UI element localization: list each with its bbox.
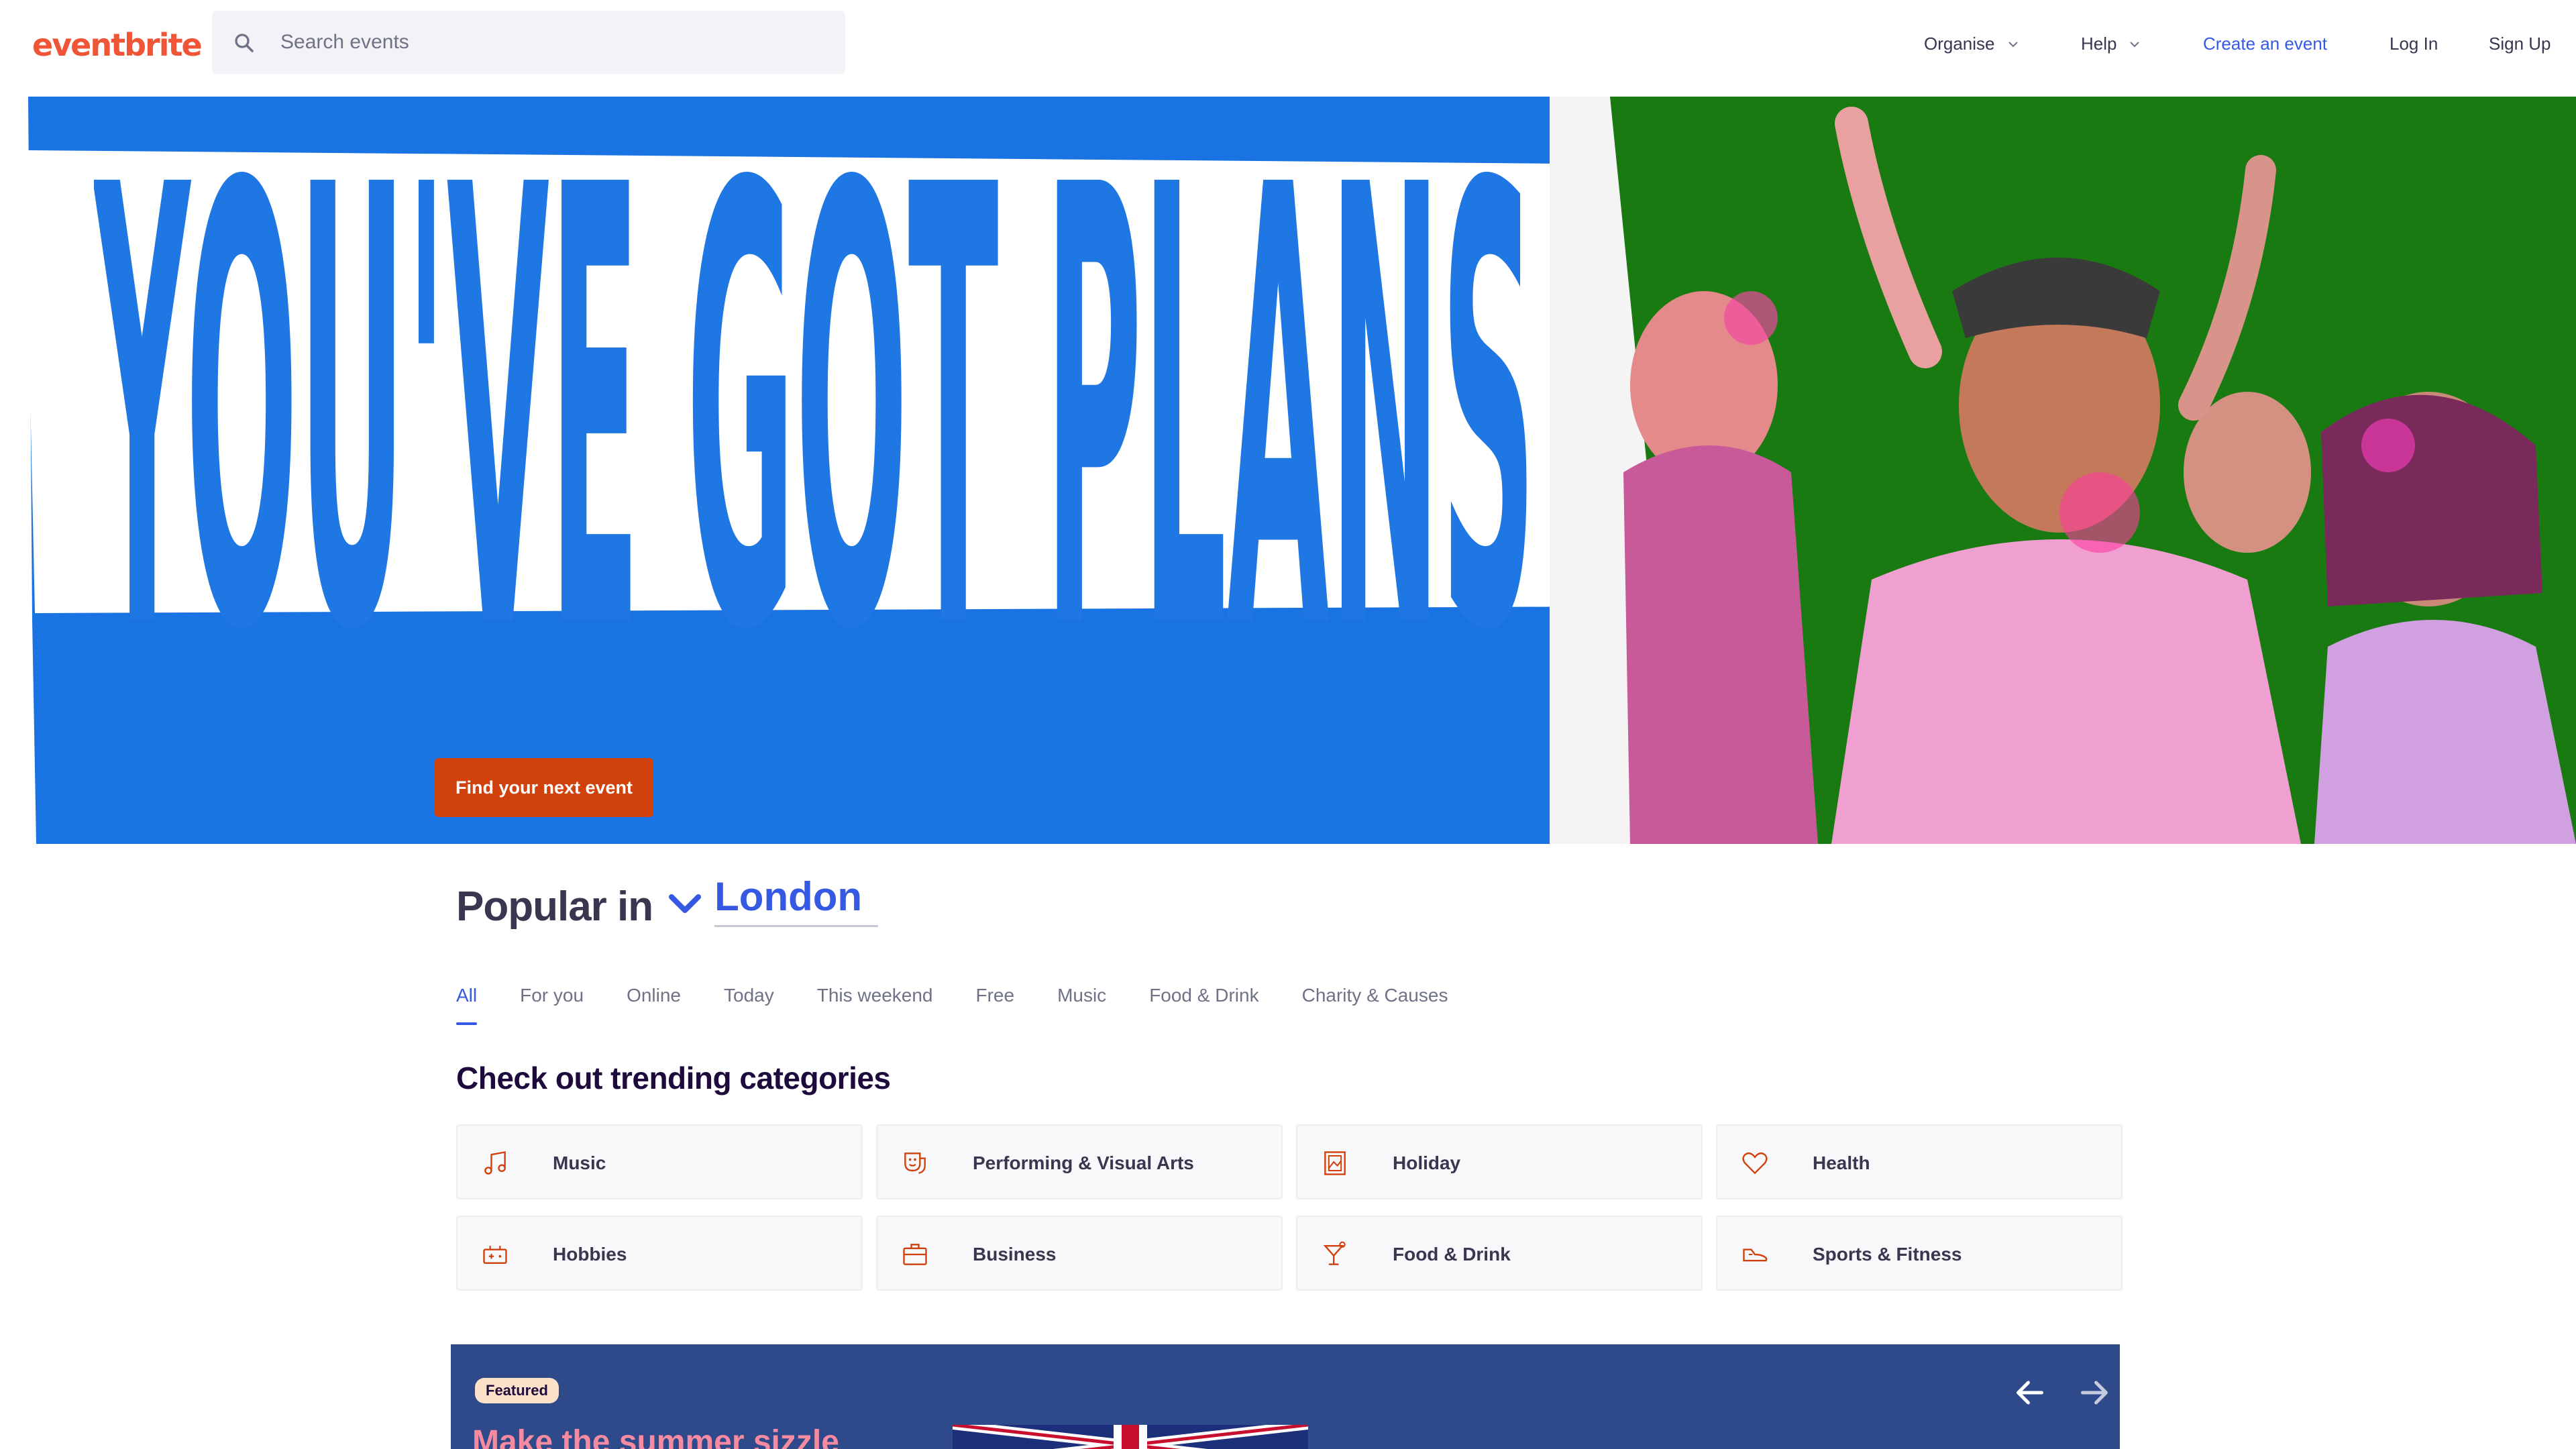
help-menu[interactable]: Help xyxy=(2081,34,2141,54)
category-card-holiday[interactable]: Holiday xyxy=(1296,1124,1703,1199)
featured-title[interactable]: Make the summer sizzle xyxy=(472,1424,839,1449)
sneaker-icon xyxy=(1743,1248,1768,1262)
featured-badge: Featured xyxy=(475,1378,559,1403)
chevron-down-icon xyxy=(2008,41,2018,47)
chevron-down-icon[interactable] xyxy=(666,890,704,917)
briefcase-icon xyxy=(903,1244,927,1265)
category-label: Food & Drink xyxy=(1393,1244,1511,1265)
tab-for-you[interactable]: For you xyxy=(520,985,584,1006)
tab-online[interactable]: Online xyxy=(627,985,681,1006)
category-card-food-drink[interactable]: Food & Drink xyxy=(1296,1216,1703,1291)
hero-banner: YOU'VE GOT PLANS Find your next event xyxy=(0,97,2576,844)
find-next-event-button[interactable]: Find your next event xyxy=(435,758,653,817)
organise-label: Organise xyxy=(1924,34,1995,54)
hero-photo-holi-celebration xyxy=(1550,97,2576,844)
search-bar[interactable]: Search events xyxy=(212,11,845,74)
eventbrite-logo[interactable]: eventbrite xyxy=(32,27,203,63)
category-card-music[interactable]: Music xyxy=(456,1124,863,1199)
tab-today[interactable]: Today xyxy=(724,985,774,1006)
category-card-hobbies[interactable]: Hobbies xyxy=(456,1216,863,1291)
trending-categories-heading: Check out trending categories xyxy=(456,1061,891,1095)
hero-headline-text: YOU'VE GOT PLANS xyxy=(94,123,1536,714)
category-card-performing-visual-arts[interactable]: Performing & Visual Arts xyxy=(876,1124,1283,1199)
tab-charity-causes[interactable]: Charity & Causes xyxy=(1302,985,1448,1006)
featured-collection-banner: Featured Make the summer sizzle xyxy=(451,1344,2120,1449)
hero-headline: YOU'VE GOT PLANS xyxy=(94,123,1536,714)
category-label: Performing & Visual Arts xyxy=(973,1152,1194,1173)
category-card-business[interactable]: Business xyxy=(876,1216,1283,1291)
organise-menu[interactable]: Organise xyxy=(1924,34,2019,54)
popular-in-label: Popular in xyxy=(456,883,653,930)
category-label: Health xyxy=(1813,1152,1870,1173)
arrow-left-icon[interactable] xyxy=(2010,1373,2050,1413)
location-name[interactable]: London xyxy=(714,873,879,927)
category-label: Sports & Fitness xyxy=(1813,1244,1962,1265)
category-label: Business xyxy=(973,1244,1057,1265)
game-controller-icon xyxy=(483,1246,507,1265)
featured-union-jack-image xyxy=(953,1425,1308,1449)
tab-this-weekend[interactable]: This weekend xyxy=(817,985,933,1006)
category-label: Hobbies xyxy=(553,1244,627,1265)
theatre-mask-icon xyxy=(904,1152,926,1174)
arrow-right-icon[interactable] xyxy=(2074,1373,2114,1413)
category-card-health[interactable]: Health xyxy=(1716,1124,2123,1199)
create-event-link[interactable]: Create an event xyxy=(2203,34,2327,54)
trending-category-grid: Music Performing & Visual Arts Holiday H… xyxy=(456,1124,2123,1291)
tab-free[interactable]: Free xyxy=(975,985,1014,1006)
chevron-down-icon xyxy=(2130,41,2140,47)
tab-music[interactable]: Music xyxy=(1057,985,1106,1006)
signup-link[interactable]: Sign Up xyxy=(2489,34,2551,54)
popular-location-selector: Popular in London xyxy=(456,874,879,930)
cocktail-icon xyxy=(1323,1241,1346,1265)
top-nav-bar: eventbrite Search events Organise Help C… xyxy=(0,0,2576,97)
picture-frame-icon xyxy=(1324,1151,1346,1175)
search-icon xyxy=(235,34,254,52)
music-note-icon xyxy=(484,1151,506,1175)
category-label: Music xyxy=(553,1152,606,1173)
heart-icon xyxy=(1742,1152,1768,1175)
help-label: Help xyxy=(2081,34,2117,54)
category-label: Holiday xyxy=(1393,1152,1461,1173)
login-link[interactable]: Log In xyxy=(2390,34,2438,54)
tab-all[interactable]: All xyxy=(456,985,478,1025)
search-placeholder[interactable]: Search events xyxy=(280,31,409,54)
tab-food-drink[interactable]: Food & Drink xyxy=(1149,985,1258,1006)
category-tabs: All For you Online Today This weekend Fr… xyxy=(456,985,1448,1025)
category-card-sports-fitness[interactable]: Sports & Fitness xyxy=(1716,1216,2123,1291)
